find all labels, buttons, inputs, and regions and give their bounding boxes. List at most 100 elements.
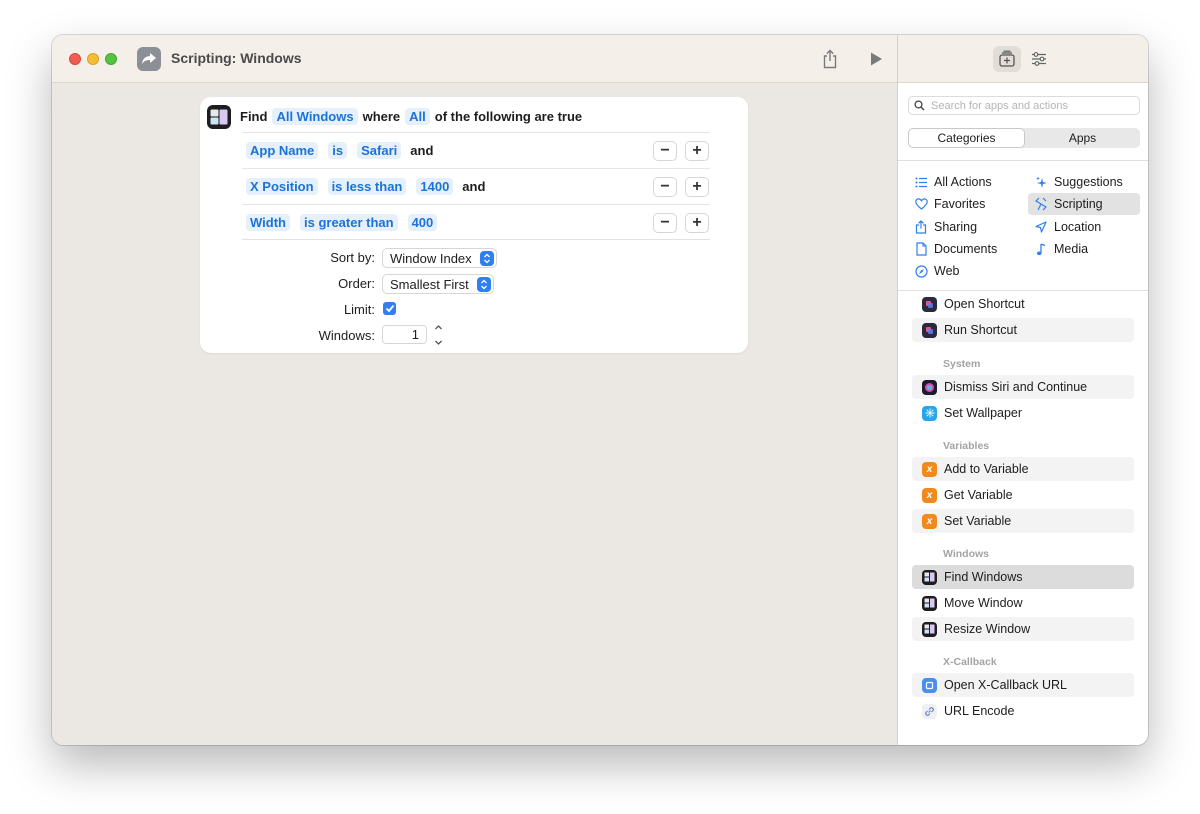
action-label: Add to Variable: [944, 462, 1029, 476]
category-label: Favorites: [934, 197, 986, 211]
compass-icon: [912, 264, 930, 278]
category-location[interactable]: Location: [1032, 216, 1143, 238]
library-add-icon: [999, 50, 1015, 67]
x-callback-icon: [922, 677, 937, 693]
section-header-windows: Windows: [943, 548, 989, 560]
action-item-set-variable[interactable]: x Set Variable: [912, 509, 1134, 533]
action-label: Open X-Callback URL: [944, 678, 1067, 692]
category-label: Media: [1054, 242, 1089, 256]
zoom-window-button[interactable]: [105, 53, 117, 65]
share-icon: [823, 49, 837, 69]
action-library-sidebar: Categories Apps All Actions Suggestions …: [897, 35, 1148, 745]
windows-app-icon: [922, 595, 937, 611]
condition-operator-token[interactable]: is: [328, 142, 348, 159]
sparkles-icon: [1032, 176, 1050, 189]
shortcuts-app-icon: [922, 296, 937, 312]
action-label: Resize Window: [944, 622, 1031, 636]
action-label: Find Windows: [944, 570, 1023, 584]
remove-condition-button[interactable]: −: [653, 213, 677, 233]
action-search-field[interactable]: [908, 96, 1140, 115]
action-item-add-to-variable[interactable]: x Add to Variable: [912, 457, 1134, 481]
action-item-resize-window[interactable]: Resize Window: [912, 617, 1134, 641]
sort-by-popup[interactable]: Window Index: [382, 248, 497, 268]
target-token[interactable]: All Windows: [272, 107, 358, 125]
music-note-icon: [1032, 242, 1050, 256]
wallpaper-icon: [922, 405, 937, 421]
remove-condition-button[interactable]: −: [653, 177, 677, 197]
sliders-icon: [1032, 52, 1046, 66]
condition-operator-token[interactable]: is greater than: [299, 214, 398, 231]
window-title: Scripting: Windows: [171, 50, 302, 66]
action-item-open-shortcut[interactable]: Open Shortcut: [912, 292, 1134, 316]
run-button[interactable]: [865, 48, 887, 70]
category-all-actions[interactable]: All Actions: [912, 171, 1022, 193]
action-item-url-encode[interactable]: URL Encode: [912, 699, 1134, 723]
title-bar: Scripting: Windows: [52, 35, 897, 83]
condition-value-token[interactable]: Safari: [357, 142, 402, 159]
action-item-move-window[interactable]: Move Window: [912, 591, 1134, 615]
category-suggestions[interactable]: Suggestions: [1032, 171, 1143, 193]
suffix-label: of the following are true: [434, 108, 583, 124]
share-button[interactable]: [819, 48, 841, 70]
segment-categories[interactable]: Categories: [908, 128, 1025, 148]
close-window-button[interactable]: [69, 53, 81, 65]
details-settings-button[interactable]: [1025, 46, 1053, 72]
action-item-get-variable[interactable]: x Get Variable: [912, 483, 1134, 507]
order-popup[interactable]: Smallest First: [382, 274, 494, 294]
siri-icon: [922, 379, 937, 395]
segment-apps[interactable]: Apps: [1025, 128, 1140, 148]
search-icon: [914, 100, 925, 111]
heart-icon: [912, 198, 930, 210]
share-icon: [912, 220, 930, 234]
action-item-set-wallpaper[interactable]: Set Wallpaper: [912, 401, 1134, 425]
limit-label: Limit:: [343, 302, 375, 317]
add-condition-button[interactable]: +: [685, 177, 709, 197]
category-media[interactable]: Media: [1032, 238, 1143, 260]
category-web[interactable]: Web: [912, 260, 1022, 282]
shortcut-icon[interactable]: [137, 47, 161, 71]
condition-value-token[interactable]: 1400: [416, 178, 454, 195]
chevron-up-icon[interactable]: [434, 324, 443, 331]
action-item-open-x-callback-url[interactable]: Open X-Callback URL: [912, 673, 1134, 697]
windows-count-stepper[interactable]: [432, 324, 444, 346]
link-icon: [922, 703, 937, 719]
sidebar-toolbar: [898, 35, 1148, 83]
variable-icon: x: [922, 461, 937, 477]
action-library-button[interactable]: [993, 46, 1021, 72]
limit-checkbox[interactable]: [383, 302, 396, 315]
add-condition-button[interactable]: +: [685, 213, 709, 233]
condition-operator-token[interactable]: is less than: [327, 178, 407, 195]
category-label: Scripting: [1054, 197, 1103, 211]
order-value: Smallest First: [390, 276, 469, 292]
category-favorites[interactable]: Favorites: [912, 193, 1022, 215]
action-item-run-shortcut[interactable]: Run Shortcut: [912, 318, 1134, 342]
search-input[interactable]: [931, 99, 1131, 112]
minimize-window-button[interactable]: [87, 53, 99, 65]
action-label: Get Variable: [944, 488, 1013, 502]
category-scripting[interactable]: Scripting: [1028, 193, 1140, 215]
category-sharing[interactable]: Sharing: [912, 216, 1022, 238]
condition-row: App Name is Safari and − +: [242, 132, 710, 168]
condition-field-token[interactable]: Width: [246, 214, 290, 231]
document-icon: [912, 242, 930, 256]
condition-field-token[interactable]: X Position: [246, 178, 318, 195]
chevron-down-icon[interactable]: [434, 339, 443, 346]
windows-app-icon: [922, 621, 937, 637]
action-label: Run Shortcut: [944, 323, 1017, 337]
condition-value-token[interactable]: 400: [407, 214, 438, 231]
action-item-find-windows[interactable]: Find Windows: [912, 565, 1134, 589]
section-header-variables: Variables: [943, 440, 990, 452]
windows-count-field[interactable]: 1: [382, 325, 427, 344]
category-documents[interactable]: Documents: [912, 238, 1022, 260]
action-item-dismiss-siri[interactable]: Dismiss Siri and Continue: [912, 375, 1134, 399]
add-condition-button[interactable]: +: [685, 141, 709, 161]
action-label: Move Window: [944, 596, 1023, 610]
remove-condition-button[interactable]: −: [653, 141, 677, 161]
condition-row: X Position is less than 1400 and − +: [242, 168, 710, 204]
condition-field-token[interactable]: App Name: [246, 142, 319, 159]
quantifier-token[interactable]: All: [405, 107, 430, 125]
category-label: All Actions: [934, 175, 992, 189]
conditions-divider: [242, 239, 710, 240]
windows-count-label: Windows:: [318, 328, 375, 343]
condition-row: Width is greater than 400 − +: [242, 204, 710, 240]
